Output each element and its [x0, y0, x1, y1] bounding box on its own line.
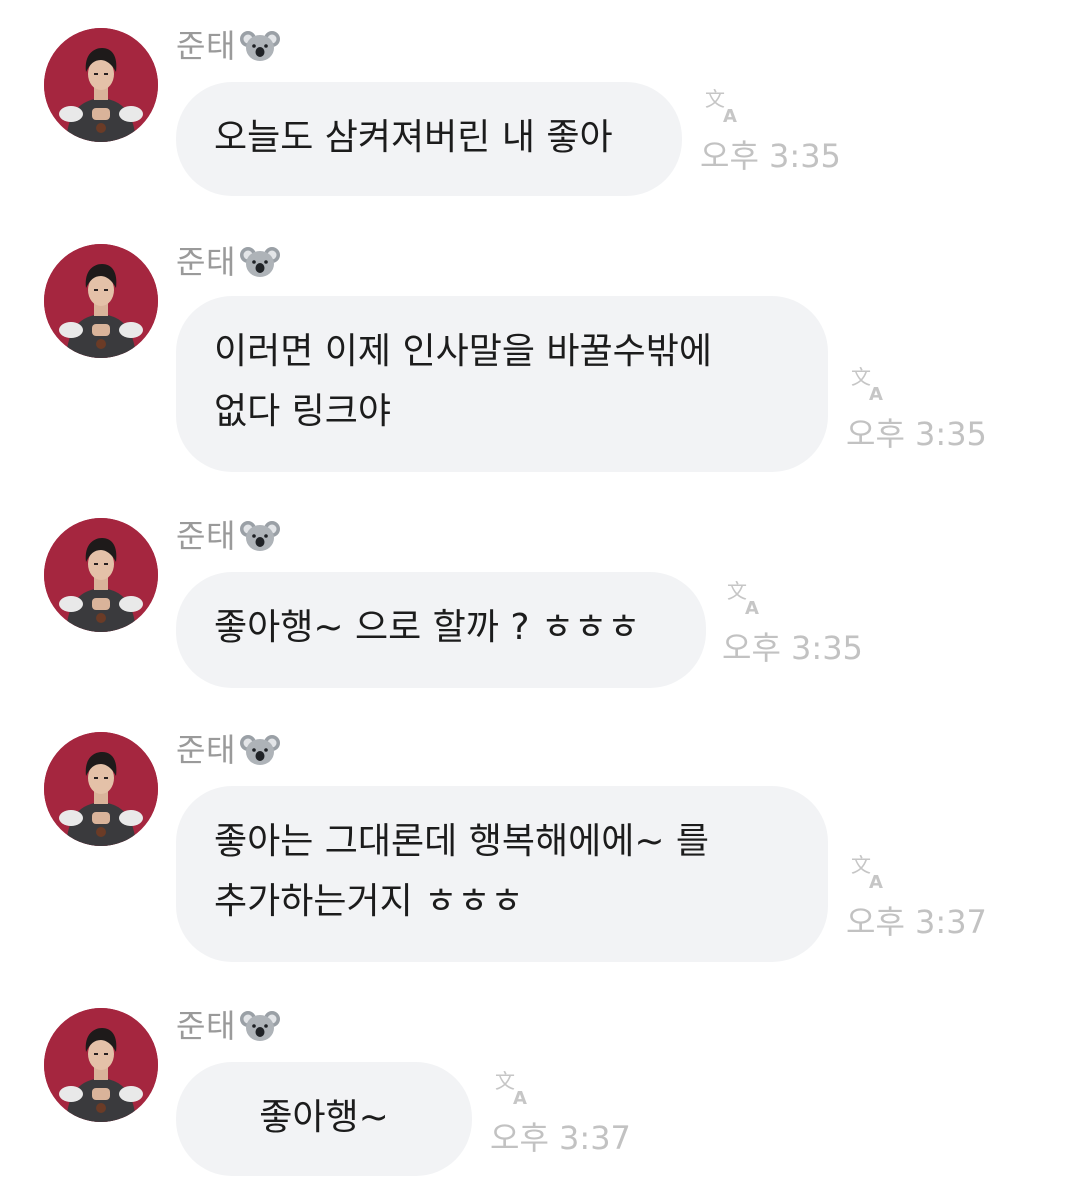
koala-icon — [240, 28, 280, 64]
avatar[interactable] — [44, 28, 158, 142]
koala-icon — [240, 518, 280, 554]
message-bubble[interactable]: 오늘도 삼켜져버린 내 좋아 — [176, 82, 682, 196]
message-time: 오후 3:35 — [700, 137, 841, 175]
sender-name: 준태 — [176, 731, 236, 769]
message-time: 오후 3:35 — [722, 629, 863, 667]
sender: 준태 — [176, 728, 280, 772]
sender: 준태 — [176, 514, 280, 558]
sender: 준태 — [176, 1004, 280, 1048]
translate-icon[interactable] — [704, 86, 744, 126]
message-meta: 오후 3:37 — [490, 1068, 631, 1158]
message-bubble[interactable]: 좋아행~ — [176, 1062, 472, 1176]
koala-icon — [240, 244, 280, 280]
message-meta: 오후 3:37 — [846, 852, 987, 942]
message-meta: 오후 3:35 — [700, 86, 841, 176]
message-meta: 오후 3:35 — [722, 578, 863, 668]
koala-icon — [240, 1008, 280, 1044]
message-time: 오후 3:37 — [490, 1119, 631, 1157]
sender: 준태 — [176, 240, 280, 284]
message-time: 오후 3:37 — [846, 903, 987, 941]
chat-thread: 준태 오늘도 삼켜져버린 내 좋아 오후 3:35 준태 이러면 이제 인사말을… — [0, 0, 1065, 1200]
avatar[interactable] — [44, 732, 158, 846]
message-bubble[interactable]: 좋아행~ 으로 할까 ? ㅎㅎㅎ — [176, 572, 706, 688]
message-meta: 오후 3:35 — [846, 364, 987, 454]
sender: 준태 — [176, 24, 280, 68]
sender-name: 준태 — [176, 243, 236, 281]
sender-name: 준태 — [176, 27, 236, 65]
message-time: 오후 3:35 — [846, 415, 987, 453]
translate-icon[interactable] — [850, 852, 890, 892]
avatar[interactable] — [44, 518, 158, 632]
translate-icon[interactable] — [494, 1068, 534, 1108]
sender-name: 준태 — [176, 1007, 236, 1045]
avatar[interactable] — [44, 1008, 158, 1122]
message-bubble[interactable]: 좋아는 그대론데 행복해에에~ 를 추가하는거지 ㅎㅎㅎ — [176, 786, 828, 962]
koala-icon — [240, 732, 280, 768]
translate-icon[interactable] — [726, 578, 766, 618]
translate-icon[interactable] — [850, 364, 890, 404]
sender-name: 준태 — [176, 517, 236, 555]
message-bubble[interactable]: 이러면 이제 인사말을 바꿀수밖에 없다 링크야 — [176, 296, 828, 472]
avatar[interactable] — [44, 244, 158, 358]
